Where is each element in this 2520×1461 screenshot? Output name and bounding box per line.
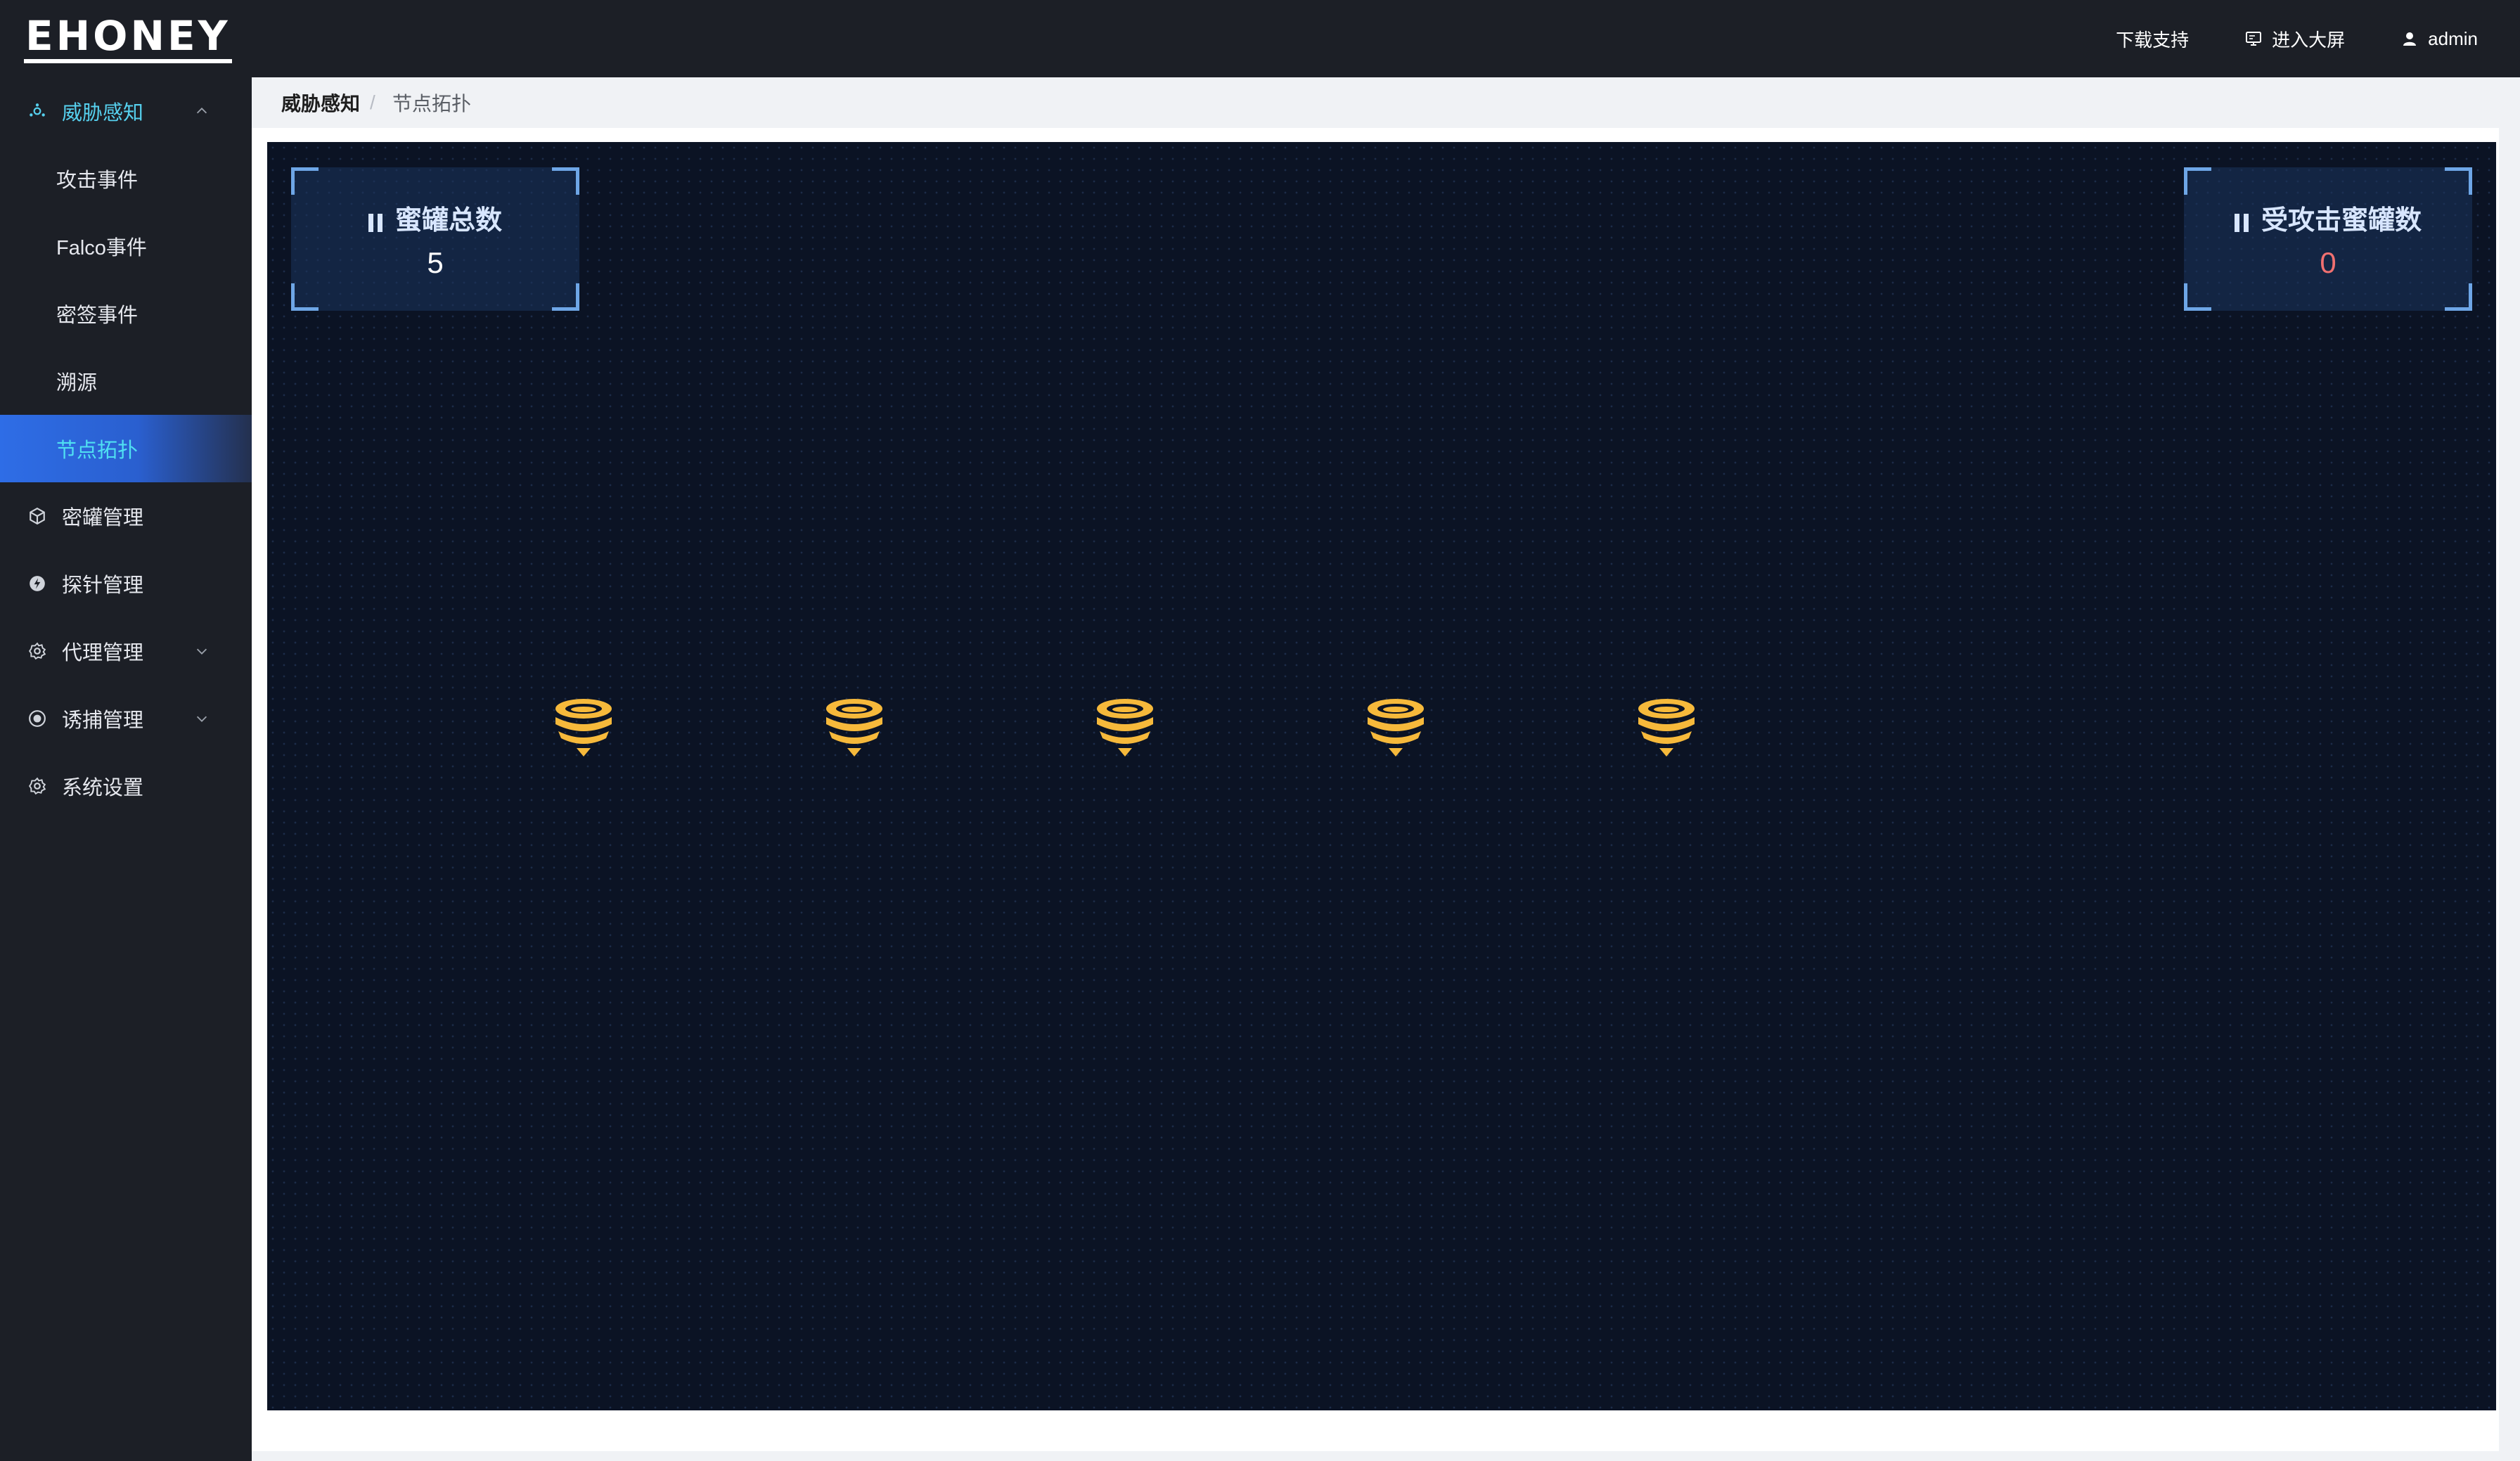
sidebar-item-system-settings[interactable]: 系统设置: [0, 752, 252, 820]
corner-decoration: [291, 167, 319, 195]
breadcrumb-parent[interactable]: 威胁感知: [281, 89, 360, 117]
sidebar-item-label: 系统设置: [62, 777, 144, 799]
sidebar-item-proxy-management[interactable]: 代理管理: [0, 617, 252, 685]
total-honeypots-card: 蜜罐总数 5: [291, 167, 579, 311]
sidebar-item-attack-events[interactable]: 攻击事件: [0, 145, 252, 212]
trap-icon: [29, 710, 46, 727]
threat-awareness-icon: [30, 103, 45, 117]
sidebar-item-label: 溯源: [56, 372, 98, 394]
corner-decoration: [2445, 167, 2472, 195]
attacked-honeypots-title: 受攻击蜜罐数: [2184, 198, 2472, 237]
sidebar-item-label: 威胁感知: [62, 102, 144, 124]
sidebar-item-label: 探针管理: [62, 574, 144, 597]
total-honeypots-title: 蜜罐总数: [291, 198, 579, 237]
breadcrumb-separator: /: [370, 91, 375, 113]
sidebar-item-node-topology[interactable]: 节点拓扑: [0, 415, 252, 482]
sidebar-item-label: 密签事件: [56, 304, 139, 327]
sidebar-item-threat-awareness[interactable]: 威胁感知: [0, 77, 252, 145]
user-icon: [2403, 32, 2417, 46]
top-header: EHONEY 下载支持 进入大屏 admin: [0, 0, 2520, 77]
sidebar-item-label: Falco事件: [56, 237, 147, 259]
sidebar-item-trap-management[interactable]: 诱捕管理: [0, 685, 252, 752]
total-honeypots-value: 5: [427, 246, 444, 279]
sidebar-item-label: 代理管理: [62, 642, 144, 664]
corner-decoration: [552, 167, 579, 195]
settings-icon: [28, 777, 46, 795]
honeypot-node-icon[interactable]: [823, 695, 885, 758]
big-screen-label: 进入大屏: [2272, 29, 2346, 51]
chevron-down-icon: [196, 716, 207, 722]
chevron-down-icon: [196, 648, 207, 655]
sidebar-item-label: 诱捕管理: [62, 709, 144, 732]
title-bars-icon: [368, 207, 387, 237]
sidebar-item-label: 攻击事件: [56, 169, 139, 192]
sidebar-item-falco-events[interactable]: Falco事件: [0, 212, 252, 280]
chevron-up-icon: [196, 108, 207, 114]
honeypot-node-icon[interactable]: [1365, 695, 1427, 758]
sidebar-item-label: 节点拓扑: [56, 439, 139, 462]
user-menu[interactable]: admin: [2401, 28, 2478, 50]
corner-decoration: [2184, 283, 2211, 311]
attacked-honeypots-value: 0: [2320, 246, 2336, 279]
cube-icon: [30, 507, 45, 525]
sidebar-item-honeypot-management[interactable]: 密罐管理: [0, 482, 252, 550]
corner-decoration: [2445, 283, 2472, 311]
sidebar-nav: 威胁感知 攻击事件 Falco事件 密签事件 溯源 节点拓扑 密罐管理 探针管理: [0, 77, 252, 1461]
attacked-honeypots-card: 受攻击蜜罐数 0: [2184, 167, 2472, 311]
title-bars-icon: [2234, 207, 2253, 237]
download-support-link[interactable]: 下载支持: [2116, 26, 2189, 52]
topology-canvas[interactable]: 蜜罐总数 5 受攻击蜜罐数 0: [267, 142, 2496, 1410]
corner-decoration: [291, 283, 319, 311]
user-name: admin: [2428, 27, 2478, 49]
corner-decoration: [2184, 167, 2211, 195]
big-screen-link[interactable]: 进入大屏: [2245, 26, 2345, 52]
gear-icon: [28, 642, 46, 660]
sidebar-item-traceback[interactable]: 溯源: [0, 347, 252, 415]
sidebar-item-token-events[interactable]: 密签事件: [0, 280, 252, 347]
download-support-label: 下载支持: [2116, 29, 2190, 51]
header-actions: 下载支持 进入大屏 admin: [2116, 0, 2478, 77]
honeypot-node-icon[interactable]: [553, 695, 615, 758]
app-logo[interactable]: EHONEY: [24, 13, 232, 63]
sidebar-item-probe-management[interactable]: 探针管理: [0, 550, 252, 617]
honeypot-node-icon[interactable]: [1094, 695, 1156, 758]
probe-icon: [30, 576, 45, 591]
total-honeypots-label: 蜜罐总数: [394, 206, 502, 236]
sidebar-item-label: 密罐管理: [62, 507, 144, 529]
corner-decoration: [552, 283, 579, 311]
honeypot-node-icon[interactable]: [1635, 695, 1697, 758]
breadcrumb: 威胁感知 / 节点拓扑: [252, 77, 2520, 128]
attacked-honeypots-label: 受攻击蜜罐数: [2261, 206, 2422, 236]
monitor-icon: [2246, 32, 2262, 46]
breadcrumb-current: 节点拓扑: [392, 93, 472, 115]
